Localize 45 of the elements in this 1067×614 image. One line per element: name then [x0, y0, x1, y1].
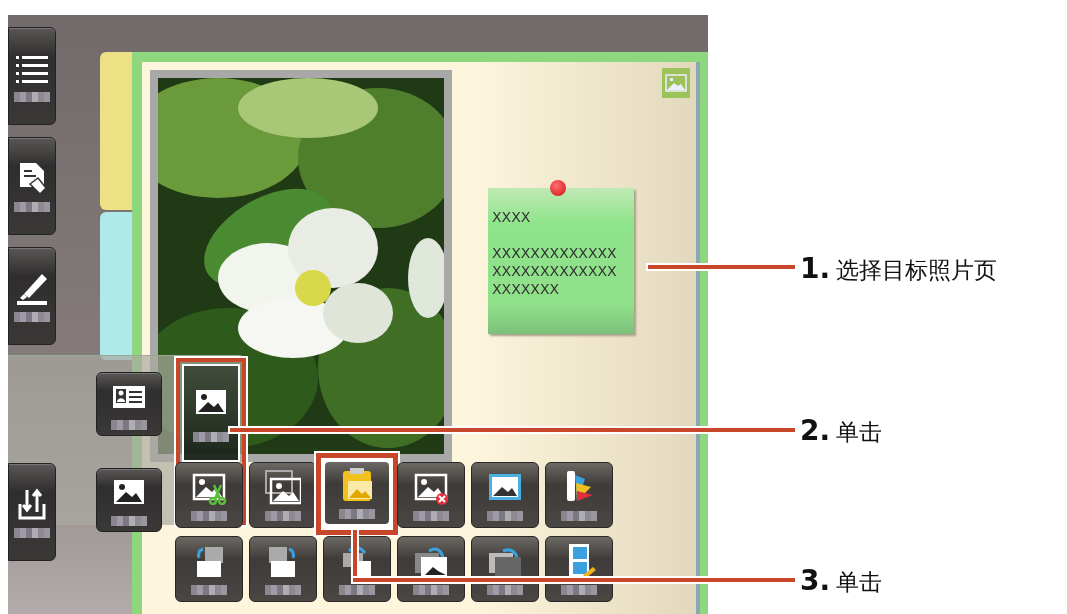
pixelated-label: [14, 528, 50, 538]
pin-icon: [550, 180, 566, 196]
pixelated-label: [561, 585, 597, 595]
note-text: XXXXXXX: [492, 280, 561, 298]
picture-button[interactable]: [182, 364, 240, 462]
pixelated-label: [413, 585, 449, 595]
step-text: 单击: [836, 418, 883, 447]
pixelated-label: [265, 585, 301, 595]
toolbar-button[interactable]: [8, 137, 56, 235]
pixelated-label: [487, 511, 523, 521]
toolbar-button[interactable]: [8, 463, 56, 561]
pixelated-label: [413, 511, 449, 521]
step-number: 2.: [800, 414, 831, 447]
pixelated-label: [111, 516, 147, 526]
pixelated-label: [191, 511, 227, 521]
pixelated-label: [193, 432, 229, 442]
panel-button[interactable]: [96, 468, 162, 532]
pixelated-label: [487, 585, 523, 595]
note-title: XXXX: [492, 208, 532, 226]
pixelated-label: [265, 511, 301, 521]
toolbar-button[interactable]: [8, 247, 56, 345]
pixelated-label: [561, 511, 597, 521]
pixelated-label: [14, 92, 50, 102]
pixelated-label: [191, 585, 227, 595]
step-text: 选择目标照片页: [836, 256, 998, 285]
tool-button[interactable]: [249, 536, 317, 602]
tool-button[interactable]: [471, 462, 539, 528]
toolbar-button[interactable]: [8, 27, 56, 125]
pixelated-label: [14, 312, 50, 322]
note-text: XXXXXXXXXXXXX: [492, 244, 618, 262]
tool-button[interactable]: [249, 462, 317, 528]
sticky-note[interactable]: XXXX XXXXXXXXXXXXX XXXXXXXXXXXXX XXXXXXX: [488, 188, 634, 334]
step-number: 3.: [800, 564, 831, 597]
pixelated-label: [14, 202, 50, 212]
tool-button[interactable]: [397, 462, 465, 528]
tool-button[interactable]: [175, 536, 243, 602]
copy-picture-icon: [265, 469, 301, 505]
step-number: 1.: [800, 252, 831, 285]
tool-button[interactable]: [545, 462, 613, 528]
pixelated-label: [111, 420, 147, 430]
step-text: 单击: [836, 568, 883, 597]
note-text: XXXXXXXXXXXXX: [492, 262, 618, 280]
tool-button[interactable]: [175, 462, 243, 528]
pixelated-label: [339, 509, 375, 519]
panel-button[interactable]: [96, 372, 162, 436]
